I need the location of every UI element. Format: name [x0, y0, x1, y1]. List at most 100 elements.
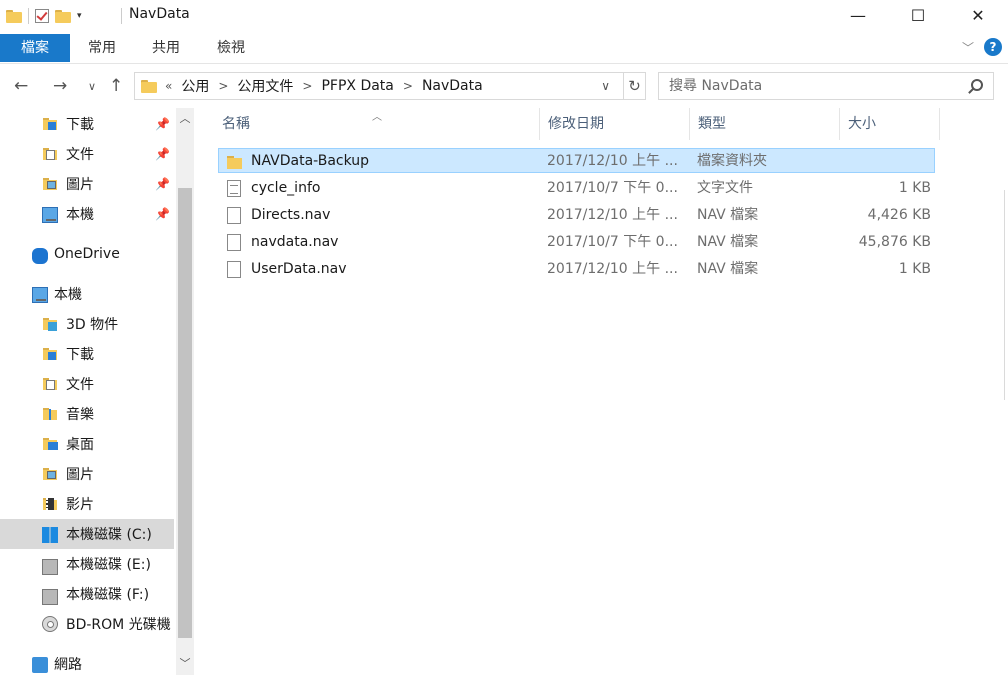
- drive-icon: [42, 559, 58, 575]
- nav-item-onedrive[interactable]: OneDrive: [0, 239, 174, 269]
- file-type: NAV 檔案: [697, 261, 759, 277]
- nav-item-drive-f[interactable]: 本機磁碟 (F:): [0, 579, 174, 609]
- nav-item-music[interactable]: 音樂: [0, 399, 174, 429]
- back-arrow-icon[interactable]: ←: [14, 76, 28, 96]
- pin-icon[interactable]: 📌: [155, 147, 170, 161]
- minimize-button[interactable]: —: [828, 0, 888, 30]
- folder-icon: [6, 9, 22, 23]
- forward-arrow-icon[interactable]: →: [53, 76, 67, 96]
- address-bar[interactable]: « 公用 > 公用文件 > PFPX Data > NavData ∨ ↻: [134, 72, 646, 100]
- title-divider: [121, 8, 122, 24]
- breadcrumb-overflow[interactable]: «: [165, 79, 172, 93]
- documents-icon: [42, 376, 58, 392]
- up-arrow-icon[interactable]: ↑: [109, 76, 123, 96]
- window-title: NavData: [129, 6, 190, 22]
- nav-item-drive-e[interactable]: 本機磁碟 (E:): [0, 549, 174, 579]
- nav-item-downloads[interactable]: 下載: [0, 339, 174, 369]
- this-pc-icon: [32, 287, 48, 303]
- column-header-type[interactable]: 類型: [690, 108, 838, 140]
- file-type: 文字文件: [697, 180, 753, 196]
- tab-share[interactable]: 共用: [140, 34, 192, 62]
- pin-icon[interactable]: 📌: [155, 177, 170, 191]
- nav-item-label: 圖片: [66, 177, 94, 193]
- refresh-icon[interactable]: ↻: [623, 73, 645, 99]
- nav-item-videos[interactable]: 影片: [0, 489, 174, 519]
- table-row[interactable]: Directs.nav 2017/12/10 上午 ... NAV 檔案 4,4…: [218, 202, 935, 227]
- nav-item-label: 圖片: [66, 467, 94, 483]
- breadcrumb-separator-icon[interactable]: >: [302, 79, 312, 93]
- scroll-down-icon[interactable]: ﹀: [176, 655, 194, 673]
- desktop-icon: [42, 436, 58, 452]
- tab-file[interactable]: 檔案: [0, 34, 70, 62]
- onedrive-cloud-icon: [32, 248, 48, 264]
- pin-icon[interactable]: 📌: [155, 207, 170, 221]
- ribbon: 檔案 常用 共用 檢視 ﹀ ?: [0, 32, 1008, 64]
- column-header-name[interactable]: 名稱: [214, 108, 538, 140]
- address-dropdown-icon[interactable]: ∨: [601, 79, 610, 93]
- column-divider[interactable]: [939, 108, 940, 140]
- nav-item-label: 本機: [66, 207, 94, 223]
- table-row[interactable]: UserData.nav 2017/12/10 上午 ... NAV 檔案 1 …: [218, 256, 935, 281]
- breadcrumb-public-documents[interactable]: 公用文件: [237, 76, 293, 96]
- recent-locations-chevron-icon[interactable]: ∨: [88, 80, 96, 93]
- pictures-icon: [42, 466, 58, 482]
- properties-icon[interactable]: [35, 9, 49, 23]
- customize-toolbar-chevron-icon[interactable]: ▾: [77, 11, 82, 21]
- tab-view[interactable]: 檢視: [205, 34, 257, 62]
- text-file-icon: [227, 180, 241, 197]
- file-icon: [227, 234, 241, 251]
- scroll-thumb[interactable]: [178, 188, 192, 638]
- file-type: NAV 檔案: [697, 207, 759, 223]
- nav-item-label: BD-ROM 光碟機: [66, 617, 171, 633]
- breadcrumb-separator-icon[interactable]: >: [403, 79, 413, 93]
- table-row[interactable]: cycle_info 2017/10/7 下午 0... 文字文件 1 KB: [218, 175, 935, 200]
- new-folder-icon[interactable]: [55, 9, 71, 23]
- column-header-size[interactable]: 大小: [840, 108, 938, 140]
- nav-item-label: 桌面: [66, 437, 94, 453]
- file-name: NAVData-Backup: [251, 153, 370, 169]
- nav-item-quick-documents[interactable]: 文件 📌: [0, 139, 174, 169]
- table-row[interactable]: navdata.nav 2017/10/7 下午 0... NAV 檔案 45,…: [218, 229, 935, 254]
- nav-item-3d-objects[interactable]: 3D 物件: [0, 309, 174, 339]
- table-row[interactable]: NAVData-Backup 2017/12/10 上午 ... 檔案資料夾: [218, 148, 935, 173]
- file-name: UserData.nav: [251, 261, 347, 277]
- column-header-date[interactable]: 修改日期: [540, 108, 688, 140]
- music-icon: [42, 406, 58, 422]
- nav-item-pictures[interactable]: 圖片: [0, 459, 174, 489]
- windows-drive-icon: [42, 526, 58, 543]
- file-list: ︿ 名稱 修改日期 類型 大小 NAVData-Backup 2017/12/1…: [196, 108, 1008, 675]
- help-icon[interactable]: ?: [984, 38, 1002, 56]
- scroll-up-icon[interactable]: ︿: [176, 110, 194, 128]
- nav-item-label: 網路: [54, 657, 82, 673]
- expand-ribbon-chevron-icon[interactable]: ﹀: [962, 39, 974, 56]
- nav-item-quick-downloads[interactable]: 下載 📌: [0, 109, 174, 139]
- disc-drive-icon: [42, 616, 58, 632]
- downloads-icon: [42, 116, 58, 132]
- file-icon: [227, 261, 241, 278]
- nav-item-desktop[interactable]: 桌面: [0, 429, 174, 459]
- close-icon: ✕: [971, 5, 985, 25]
- pin-icon[interactable]: 📌: [155, 117, 170, 131]
- close-button[interactable]: ✕: [948, 0, 1008, 30]
- breadcrumb-separator-icon[interactable]: >: [218, 79, 228, 93]
- nav-item-this-pc[interactable]: 本機: [0, 279, 174, 309]
- search-input[interactable]: 搜尋 NavData: [658, 72, 994, 100]
- nav-item-quick-pictures[interactable]: 圖片 📌: [0, 169, 174, 199]
- breadcrumb-pfpx-data[interactable]: PFPX Data: [321, 78, 393, 94]
- maximize-button[interactable]: ☐: [888, 0, 948, 30]
- breadcrumb-public[interactable]: 公用: [181, 76, 209, 96]
- search-icon[interactable]: [971, 79, 983, 91]
- breadcrumb-navdata[interactable]: NavData: [422, 78, 483, 94]
- navigation-pane: 下載 📌 文件 📌 圖片 📌 本機 📌 OneDrive 本機 3D 物件 下載…: [0, 108, 196, 675]
- nav-item-drive-c[interactable]: 本機磁碟 (C:): [0, 519, 174, 549]
- nav-item-documents[interactable]: 文件: [0, 369, 174, 399]
- search-placeholder: 搜尋 NavData: [669, 78, 763, 94]
- tab-home[interactable]: 常用: [76, 34, 128, 62]
- nav-scrollbar[interactable]: ︿ ﹀: [176, 108, 194, 675]
- drive-icon: [42, 589, 58, 605]
- nav-item-bd-rom[interactable]: BD-ROM 光碟機: [0, 609, 174, 639]
- nav-item-network[interactable]: 網路: [0, 649, 174, 675]
- nav-item-quick-this-pc[interactable]: 本機 📌: [0, 199, 174, 229]
- file-size: 45,876 KB: [858, 234, 931, 250]
- window-edge: [1004, 190, 1005, 400]
